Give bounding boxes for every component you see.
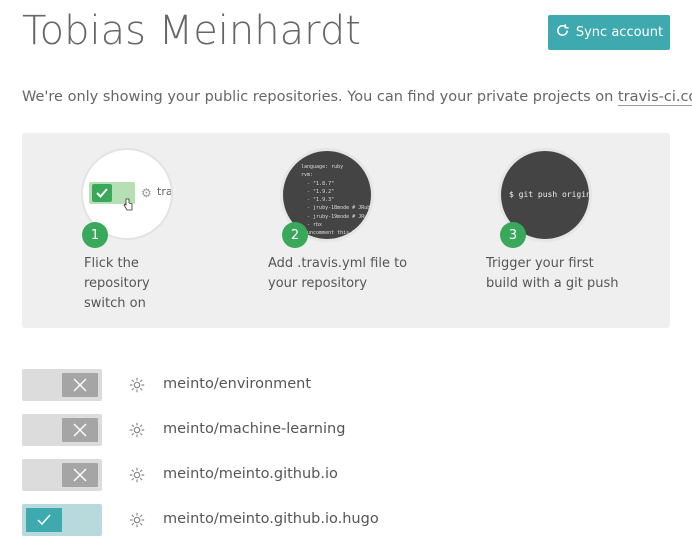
repo-name[interactable]: meinto/meinto.github.io: [163, 466, 338, 482]
repository-row: meinto/machine-learning: [22, 414, 662, 446]
sync-icon: [555, 23, 570, 42]
settings-gear-icon[interactable]: [128, 466, 146, 484]
public-repos-note: We're only showing your public repositor…: [22, 89, 692, 106]
repo-toggle-machine-learning[interactable]: [22, 414, 102, 446]
travis-yml-code: language: ruby rvm: - "1.8.7" - "1.9.2" …: [301, 164, 371, 242]
step-1-text: Flick the repository switch on: [84, 256, 150, 311]
settings-gear-icon[interactable]: [128, 511, 146, 529]
toggle-on-knob: [26, 508, 62, 532]
step-2-text: Add .travis.yml file to your repository: [268, 256, 408, 291]
hand-cursor-icon: [123, 198, 133, 214]
sync-account-label: Sync account: [575, 25, 664, 40]
getting-started-steps: ⚙ tra 1 Flick the repository switch on l…: [22, 133, 670, 328]
toggle-off-knob: [62, 418, 98, 442]
repository-row: meinto/environment: [22, 369, 662, 401]
toggle-off-knob: [62, 373, 98, 397]
close-icon: [73, 423, 87, 437]
check-icon: [92, 184, 112, 202]
repository-row: meinto/meinto.github.io: [22, 459, 662, 491]
close-icon: [73, 378, 87, 392]
repo-toggle-environment[interactable]: [22, 369, 102, 401]
git-push-command: $ git push origin: [509, 190, 591, 199]
repository-row: meinto/meinto.github.io.hugo: [22, 504, 662, 536]
note-text: We're only showing your public repositor…: [22, 89, 618, 105]
step-3-text: Trigger your first build with a git push: [486, 256, 619, 291]
close-icon: [73, 468, 87, 482]
step-3-badge: 3: [500, 222, 526, 248]
step-1-badge: 1: [82, 222, 108, 248]
mini-repo-label: tra: [157, 185, 173, 198]
travis-ci-com-link[interactable]: travis-ci.com: [617, 89, 692, 106]
toggle-off-knob: [62, 463, 98, 487]
repo-toggle-meinto-github-io[interactable]: [22, 459, 102, 491]
step-2-badge: 2: [282, 222, 308, 248]
sync-account-button[interactable]: Sync account: [548, 15, 670, 50]
check-icon: [37, 514, 51, 526]
settings-gear-icon[interactable]: [128, 421, 146, 439]
repo-toggle-meinto-github-io-hugo[interactable]: [22, 504, 102, 536]
repo-name[interactable]: meinto/machine-learning: [163, 421, 345, 437]
gear-icon: ⚙: [141, 186, 152, 200]
settings-gear-icon[interactable]: [128, 376, 146, 394]
repo-name[interactable]: meinto/meinto.github.io.hugo: [163, 511, 379, 527]
page-title: Tobias Meinhardt: [22, 8, 361, 54]
repo-name[interactable]: meinto/environment: [163, 376, 311, 392]
